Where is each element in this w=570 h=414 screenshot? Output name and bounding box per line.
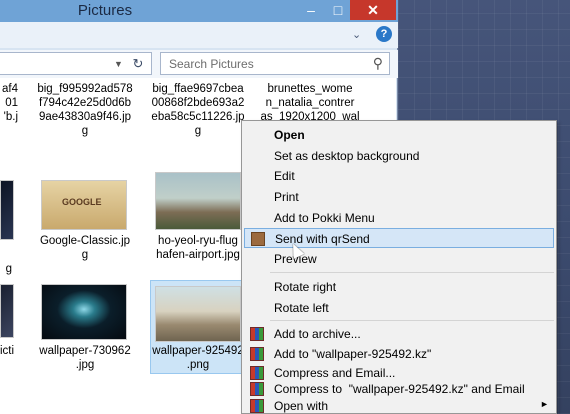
winrar-icon bbox=[250, 399, 264, 413]
file-name[interactable]: big_f995992ad578 f794c42e25d0d6b 9ae4383… bbox=[30, 82, 140, 138]
menu-separator bbox=[270, 320, 554, 321]
search-placeholder: Search Pictures bbox=[169, 57, 254, 71]
menu-item-label: Rotate right bbox=[274, 280, 337, 294]
image-thumbnail[interactable] bbox=[155, 286, 241, 342]
menu-item-add-to-pokki[interactable]: Add to Pokki Menu bbox=[244, 208, 554, 228]
menu-item-rotate-right[interactable]: Rotate right bbox=[244, 277, 554, 297]
search-icon[interactable]: ⚲ bbox=[373, 55, 383, 72]
winrar-icon bbox=[250, 366, 264, 380]
file-name[interactable]: brunettes_wome n_natalia_contrer as_1920… bbox=[255, 82, 365, 124]
menu-item-label: Set as desktop background bbox=[274, 149, 420, 163]
ribbon-bar: ⌄ bbox=[0, 22, 398, 48]
image-thumbnail[interactable] bbox=[155, 172, 241, 230]
menu-item-label: Add to archive... bbox=[274, 327, 361, 341]
refresh-icon[interactable]: ↻ bbox=[128, 56, 148, 72]
menu-item-add-to-archive[interactable]: Add to archive... bbox=[244, 324, 554, 344]
winrar-icon bbox=[250, 327, 264, 341]
menu-item-label: Compress and Email... bbox=[274, 366, 396, 380]
window-title: Pictures bbox=[77, 2, 133, 19]
thumbnail-text: GOOGLE bbox=[62, 197, 102, 207]
context-menu: Open Set as desktop background Edit Prin… bbox=[241, 120, 557, 414]
menu-item-label: Open bbox=[274, 128, 305, 142]
menu-item-set-desktop-background[interactable]: Set as desktop background bbox=[244, 146, 554, 166]
menu-item-label: Send with qrSend bbox=[275, 232, 370, 246]
image-thumbnail[interactable] bbox=[0, 180, 14, 240]
file-name[interactable]: ho-yeol-ryu-flug hafen-airport.jpg bbox=[143, 234, 253, 262]
close-button[interactable]: ✕ bbox=[350, 0, 396, 20]
minimize-button[interactable]: – bbox=[298, 0, 324, 20]
title-bar[interactable]: Pictures – □ ✕ bbox=[0, 0, 398, 22]
menu-item-label: Add to "wallpaper-925492.kz" bbox=[274, 347, 432, 361]
menu-item-open-with[interactable]: Open with ► bbox=[244, 396, 554, 414]
search-input[interactable]: Search Pictures ⚲ bbox=[160, 52, 390, 75]
navigation-bar: ▼ ↻ Search Pictures ⚲ bbox=[0, 50, 398, 78]
menu-item-label: Compress to "wallpaper-925492.kz" and Em… bbox=[274, 382, 525, 396]
menu-item-edit[interactable]: Edit bbox=[244, 166, 554, 186]
image-thumbnail[interactable]: GOOGLE bbox=[41, 180, 127, 230]
file-name[interactable]: af4 01 'b.j bbox=[0, 82, 18, 124]
menu-item-label: Print bbox=[274, 190, 299, 204]
help-icon[interactable]: ? bbox=[376, 26, 392, 42]
maximize-button[interactable]: □ bbox=[325, 0, 351, 20]
menu-item-label: Open with bbox=[274, 399, 329, 413]
image-thumbnail[interactable] bbox=[41, 284, 127, 340]
file-name[interactable]: icti bbox=[0, 344, 14, 358]
menu-item-label: Add to Pokki Menu bbox=[274, 211, 375, 225]
file-name[interactable]: g bbox=[0, 262, 12, 276]
menu-item-label: Rotate left bbox=[274, 301, 329, 315]
qrsend-icon bbox=[251, 232, 265, 246]
submenu-arrow-icon: ► bbox=[540, 399, 549, 409]
menu-item-label: Edit bbox=[274, 169, 295, 183]
winrar-icon bbox=[250, 347, 264, 361]
menu-item-print[interactable]: Print bbox=[244, 187, 554, 207]
menu-separator bbox=[270, 272, 554, 273]
file-name[interactable]: Google-Classic.jp g bbox=[30, 234, 140, 262]
menu-item-rotate-left[interactable]: Rotate left bbox=[244, 298, 554, 318]
file-name[interactable]: wallpaper-925492 .png bbox=[143, 344, 253, 372]
menu-item-add-to-kz[interactable]: Add to "wallpaper-925492.kz" bbox=[244, 344, 554, 364]
winrar-icon bbox=[250, 382, 264, 396]
file-name[interactable]: big_ffae9697cbea 00868f2bde693a2 eba58c5… bbox=[143, 82, 253, 138]
address-bar[interactable]: ▼ ↻ bbox=[0, 52, 152, 75]
image-thumbnail[interactable] bbox=[0, 284, 14, 338]
ribbon-expand-icon[interactable]: ⌄ bbox=[352, 28, 361, 41]
menu-item-open[interactable]: Open bbox=[244, 125, 554, 145]
file-name[interactable]: wallpaper-730962 .jpg bbox=[30, 344, 140, 372]
chevron-down-icon[interactable]: ▼ bbox=[114, 59, 123, 69]
